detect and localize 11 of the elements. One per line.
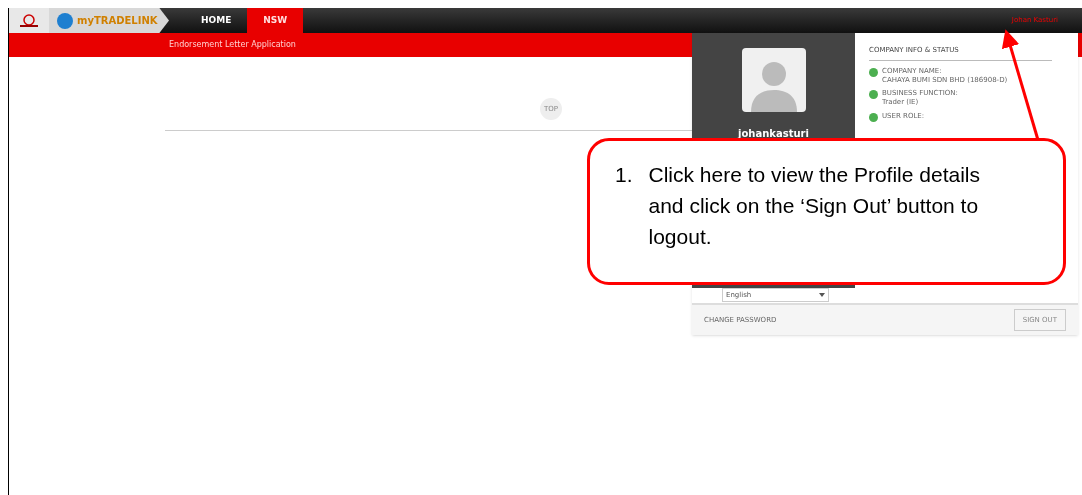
callout-text: Click here to view the Profile details and click on the ‘Sign Out’ button to logout. <box>648 162 981 250</box>
username: johankasturi <box>738 127 809 141</box>
globe-icon <box>57 12 73 29</box>
logo-text: myTRADELINK <box>77 14 158 28</box>
nav-tab[interactable]: HOME <box>185 8 248 33</box>
nav-tab[interactable]: NSW <box>247 8 304 33</box>
agency-logo-icon <box>9 8 49 33</box>
caret-icon <box>819 293 825 297</box>
step-number: 1. <box>615 162 633 188</box>
avatar-placeholder <box>741 48 806 112</box>
page-title: Endorsement Letter Application <box>169 39 296 51</box>
